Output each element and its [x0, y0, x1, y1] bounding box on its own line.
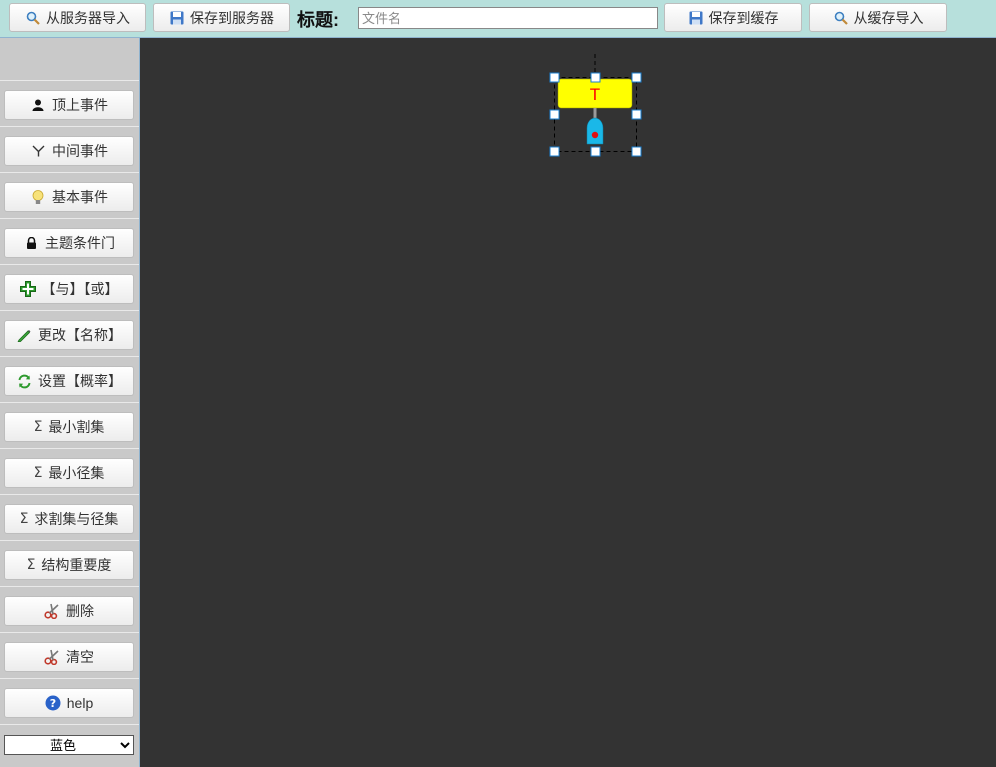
search-icon — [833, 10, 849, 26]
resize-handle — [549, 146, 560, 157]
scissors-icon — [44, 603, 60, 619]
divider — [0, 172, 139, 173]
tool-sidebar: 顶上事件 中间事件 基本事件 主题条件门 【与】【或】 更改【名称】 设置【概率… — [0, 38, 140, 767]
svg-text:?: ? — [50, 697, 56, 710]
help-icon: ? — [45, 695, 61, 711]
sidebar-item-label: 中间事件 — [52, 143, 108, 159]
divider — [0, 632, 139, 633]
divider — [0, 126, 139, 127]
fault-tree-svg: T — [549, 54, 642, 157]
sidebar-item-label: 基本事件 — [52, 189, 108, 205]
sidebar-item-label: 清空 — [66, 649, 94, 665]
divider — [0, 448, 139, 449]
sidebar-item-label: 主题条件门 — [45, 235, 115, 251]
sidebar-item-min-path-sets[interactable]: Σ 最小径集 — [4, 458, 134, 488]
sigma-icon: Σ — [33, 465, 43, 481]
color-theme-select[interactable]: 蓝色 — [4, 735, 134, 755]
import-from-cache-button[interactable]: 从缓存导入 — [809, 3, 947, 32]
import-from-cache-label: 从缓存导入 — [853, 9, 924, 26]
sigma-icon: Σ — [33, 419, 43, 435]
divider — [0, 80, 139, 81]
divider — [0, 678, 139, 679]
resize-handle — [549, 109, 560, 120]
sidebar-item-label: 最小径集 — [48, 465, 105, 481]
divider — [0, 724, 139, 725]
sidebar-item-and-or[interactable]: 【与】【或】 — [4, 274, 134, 304]
sidebar-item-delete[interactable]: 删除 — [4, 596, 134, 626]
bulb-icon — [30, 189, 46, 205]
diagram-canvas[interactable]: T — [140, 38, 996, 767]
fork-icon — [30, 143, 46, 159]
save-to-cache-label: 保存到缓存 — [708, 9, 779, 26]
resize-handle — [631, 146, 642, 157]
divider — [0, 402, 139, 403]
sidebar-item-label: 【与】【或】 — [41, 281, 119, 297]
gate-dot — [591, 131, 599, 139]
divider — [0, 586, 139, 587]
user-icon — [30, 97, 46, 113]
title-label: 标题: — [297, 10, 339, 30]
save-to-server-button[interactable]: 保存到服务器 — [153, 3, 290, 32]
sidebar-item-rename[interactable]: 更改【名称】 — [4, 320, 134, 350]
sidebar-item-label: 求割集与径集 — [34, 511, 119, 527]
sidebar-item-help[interactable]: ? help — [4, 688, 134, 718]
sidebar-item-label: 顶上事件 — [52, 97, 108, 113]
resize-handle — [590, 72, 601, 83]
pencil-icon — [16, 327, 32, 343]
sidebar-item-label: 最小割集 — [48, 419, 105, 435]
sidebar-item-label: help — [66, 695, 94, 711]
refresh-icon — [16, 373, 32, 389]
sigma-icon: Σ — [26, 557, 36, 573]
sidebar-item-condition-gate[interactable]: 主题条件门 — [4, 228, 134, 258]
sidebar-item-set-probability[interactable]: 设置【概率】 — [4, 366, 134, 396]
sigma-icon: Σ — [19, 511, 29, 527]
filename-input[interactable] — [358, 7, 658, 29]
save-to-cache-button[interactable]: 保存到缓存 — [664, 3, 802, 32]
plus-icon — [19, 281, 36, 297]
divider — [0, 264, 139, 265]
resize-handle — [590, 146, 601, 157]
sidebar-item-cut-and-path-sets[interactable]: Σ 求割集与径集 — [4, 504, 134, 534]
divider — [0, 218, 139, 219]
floppy-disk-icon — [169, 10, 185, 26]
floppy-disk-icon — [688, 10, 704, 26]
search-icon — [25, 10, 41, 26]
scissors-icon — [44, 649, 60, 665]
lock-icon — [23, 235, 39, 251]
divider — [0, 494, 139, 495]
top-event-node[interactable]: T — [557, 78, 633, 109]
sidebar-item-structure-importance[interactable]: Σ 结构重要度 — [4, 550, 134, 580]
divider — [0, 356, 139, 357]
event-label: T — [590, 85, 600, 104]
divider — [0, 310, 139, 311]
gate-shape — [586, 117, 604, 145]
resize-handle — [631, 109, 642, 120]
import-from-server-button[interactable]: 从服务器导入 — [9, 3, 146, 32]
import-from-server-label: 从服务器导入 — [46, 9, 130, 26]
sidebar-item-label: 结构重要度 — [41, 557, 112, 573]
sidebar-item-basic-event[interactable]: 基本事件 — [4, 182, 134, 212]
resize-handle — [549, 72, 560, 83]
gate-node[interactable] — [586, 117, 604, 145]
divider — [0, 540, 139, 541]
sidebar-item-clear[interactable]: 清空 — [4, 642, 134, 672]
sidebar-item-min-cut-sets[interactable]: Σ 最小割集 — [4, 412, 134, 442]
sidebar-item-label: 更改【名称】 — [38, 327, 122, 343]
save-to-server-label: 保存到服务器 — [190, 9, 274, 26]
sidebar-item-label: 删除 — [66, 603, 94, 619]
resize-handle — [631, 72, 642, 83]
sidebar-item-top-event[interactable]: 顶上事件 — [4, 90, 134, 120]
sidebar-item-intermediate-event[interactable]: 中间事件 — [4, 136, 134, 166]
sidebar-item-label: 设置【概率】 — [38, 373, 122, 389]
top-toolbar: 从服务器导入 保存到服务器 标题: 保存到缓存 从缓存导入 — [0, 0, 996, 38]
